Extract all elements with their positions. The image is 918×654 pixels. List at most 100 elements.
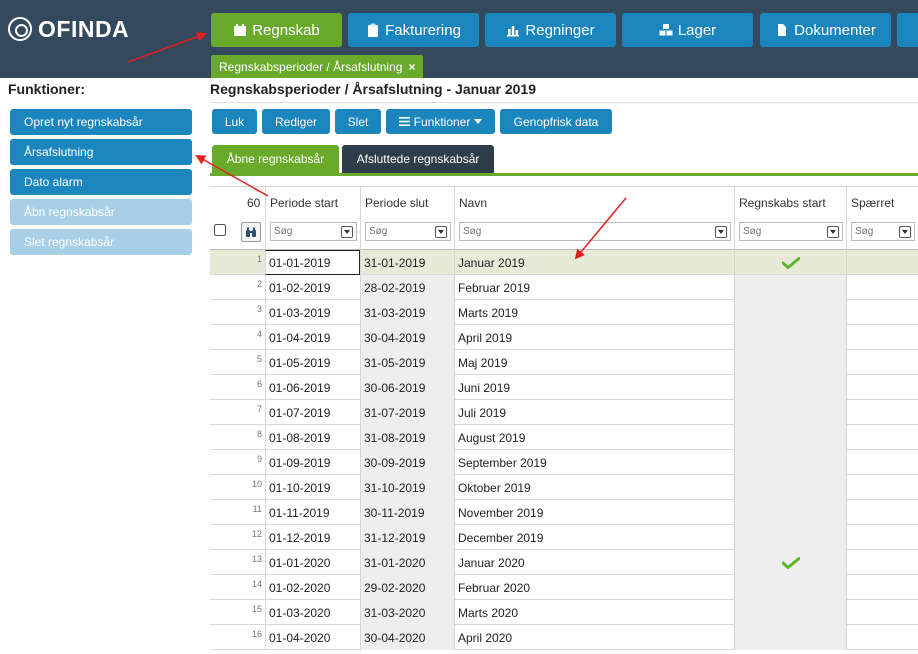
cell-spaerret[interactable]	[846, 575, 918, 600]
cell-navn[interactable]: Januar 2019	[454, 250, 734, 275]
cell-periode-start[interactable]: 01-07-2019	[265, 400, 360, 425]
cell-navn[interactable]: Juli 2019	[454, 400, 734, 425]
cell-spaerret[interactable]	[846, 525, 918, 550]
cell-regnskabs-start[interactable]	[734, 575, 846, 600]
cell-periode-slut[interactable]: 30-04-2019	[360, 325, 454, 350]
cell-navn[interactable]: August 2019	[454, 425, 734, 450]
filter-input[interactable]	[852, 223, 896, 240]
cell-regnskabs-start[interactable]	[734, 300, 846, 325]
cell-regnskabs-start[interactable]	[734, 400, 846, 425]
cell-navn[interactable]: Oktober 2019	[454, 475, 734, 500]
filter-periode-slut[interactable]	[365, 222, 451, 241]
cell-spaerret[interactable]	[846, 375, 918, 400]
nav-regninger-button[interactable]: Regninger	[485, 13, 616, 47]
cell-periode-start[interactable]: 01-09-2019	[265, 450, 360, 475]
cell-regnskabs-start[interactable]	[734, 550, 846, 575]
dropdown-icon[interactable]	[341, 225, 353, 238]
cell-periode-start[interactable]: 01-05-2019	[265, 350, 360, 375]
cell-navn[interactable]: Maj 2019	[454, 350, 734, 375]
table-row[interactable]: 14 01-02-2020 29-02-2020 Februar 2020	[210, 575, 918, 600]
cell-periode-slut[interactable]: 31-01-2019	[360, 250, 454, 275]
dropdown-icon[interactable]	[827, 225, 839, 238]
nav-dokumenter-button[interactable]: Dokumenter	[760, 13, 891, 47]
cell-navn[interactable]: April 2019	[454, 325, 734, 350]
cell-navn[interactable]: Juni 2019	[454, 375, 734, 400]
cell-regnskabs-start[interactable]	[734, 500, 846, 525]
cell-regnskabs-start[interactable]	[734, 450, 846, 475]
filter-regnskabs-start[interactable]	[739, 222, 843, 241]
column-navn[interactable]: Navn	[454, 187, 734, 251]
cell-navn[interactable]: Januar 2020	[454, 550, 734, 575]
cell-spaerret[interactable]	[846, 400, 918, 425]
breadcrumb-tab[interactable]: Regnskabsperioder / Årsafslutning ×	[211, 55, 424, 78]
sidebar-item-opret-regnskabsar[interactable]: Opret nyt regnskabsår	[10, 109, 192, 135]
cell-regnskabs-start[interactable]	[734, 525, 846, 550]
cell-regnskabs-start[interactable]	[734, 250, 846, 275]
filter-spaerret[interactable]	[851, 222, 915, 241]
table-row[interactable]: 8 01-08-2019 31-08-2019 August 2019	[210, 425, 918, 450]
cell-periode-slut[interactable]: 31-03-2019	[360, 300, 454, 325]
cell-periode-slut[interactable]: 31-08-2019	[360, 425, 454, 450]
cell-spaerret[interactable]	[846, 625, 918, 650]
cell-periode-start[interactable]: 01-01-2019	[265, 250, 360, 275]
slet-button[interactable]: Slet	[335, 109, 381, 134]
cell-regnskabs-start[interactable]	[734, 325, 846, 350]
cell-regnskabs-start[interactable]	[734, 350, 846, 375]
cell-periode-slut[interactable]: 31-03-2020	[360, 600, 454, 625]
cell-periode-slut[interactable]: 31-05-2019	[360, 350, 454, 375]
cell-spaerret[interactable]	[846, 475, 918, 500]
filter-input[interactable]	[271, 223, 338, 240]
cell-periode-slut[interactable]: 30-09-2019	[360, 450, 454, 475]
table-row[interactable]: 11 01-11-2019 30-11-2019 November 2019	[210, 500, 918, 525]
cell-spaerret[interactable]	[846, 425, 918, 450]
luk-button[interactable]: Luk	[212, 109, 257, 134]
tab-abne-regnskabsar[interactable]: Åbne regnskabsår	[212, 145, 339, 173]
nav-more-button[interactable]	[897, 13, 918, 47]
close-icon[interactable]: ×	[408, 60, 415, 74]
tab-afsluttede-regnskabsar[interactable]: Afsluttede regnskabsår	[342, 145, 494, 173]
column-spaerret[interactable]: Spærret	[846, 187, 918, 251]
cell-spaerret[interactable]	[846, 450, 918, 475]
table-row[interactable]: 4 01-04-2019 30-04-2019 April 2019	[210, 325, 918, 350]
cell-periode-slut[interactable]: 30-04-2020	[360, 625, 454, 650]
table-row[interactable]: 7 01-07-2019 31-07-2019 Juli 2019	[210, 400, 918, 425]
cell-navn[interactable]: Marts 2019	[454, 300, 734, 325]
cell-periode-start[interactable]: 01-11-2019	[265, 500, 360, 525]
cell-regnskabs-start[interactable]	[734, 600, 846, 625]
table-row[interactable]: 2 01-02-2019 28-02-2019 Februar 2019	[210, 275, 918, 300]
cell-spaerret[interactable]	[846, 325, 918, 350]
table-row[interactable]: 5 01-05-2019 31-05-2019 Maj 2019	[210, 350, 918, 375]
table-row[interactable]: 9 01-09-2019 30-09-2019 September 2019	[210, 450, 918, 475]
cell-periode-slut[interactable]: 31-12-2019	[360, 525, 454, 550]
cell-periode-start[interactable]: 01-02-2020	[265, 575, 360, 600]
cell-spaerret[interactable]	[846, 275, 918, 300]
table-row[interactable]: 3 01-03-2019 31-03-2019 Marts 2019	[210, 300, 918, 325]
genopfrisk-data-button[interactable]: Genopfrisk data	[500, 109, 612, 134]
cell-periode-start[interactable]: 01-02-2019	[265, 275, 360, 300]
cell-regnskabs-start[interactable]	[734, 375, 846, 400]
sidebar-item-arsafslutning[interactable]: Årsafslutning	[10, 139, 192, 165]
cell-regnskabs-start[interactable]	[734, 475, 846, 500]
cell-spaerret[interactable]	[846, 600, 918, 625]
cell-periode-start[interactable]: 01-12-2019	[265, 525, 360, 550]
table-row[interactable]: 12 01-12-2019 31-12-2019 December 2019	[210, 525, 918, 550]
cell-spaerret[interactable]	[846, 550, 918, 575]
cell-periode-start[interactable]: 01-08-2019	[265, 425, 360, 450]
cell-regnskabs-start[interactable]	[734, 625, 846, 650]
cell-spaerret[interactable]	[846, 350, 918, 375]
cell-navn[interactable]: November 2019	[454, 500, 734, 525]
filter-input[interactable]	[740, 223, 824, 240]
dropdown-icon[interactable]	[435, 225, 447, 238]
table-row[interactable]: 10 01-10-2019 31-10-2019 Oktober 2019	[210, 475, 918, 500]
cell-navn[interactable]: December 2019	[454, 525, 734, 550]
cell-periode-start[interactable]: 01-03-2019	[265, 300, 360, 325]
cell-navn[interactable]: Februar 2019	[454, 275, 734, 300]
sidebar-item-dato-alarm[interactable]: Dato alarm	[10, 169, 192, 195]
cell-spaerret[interactable]	[846, 500, 918, 525]
cell-periode-slut[interactable]: 30-11-2019	[360, 500, 454, 525]
cell-periode-start[interactable]: 01-01-2020	[265, 550, 360, 575]
cell-spaerret[interactable]	[846, 300, 918, 325]
cell-periode-start[interactable]: 01-06-2019	[265, 375, 360, 400]
cell-regnskabs-start[interactable]	[734, 275, 846, 300]
binoculars-icon[interactable]	[241, 222, 261, 242]
